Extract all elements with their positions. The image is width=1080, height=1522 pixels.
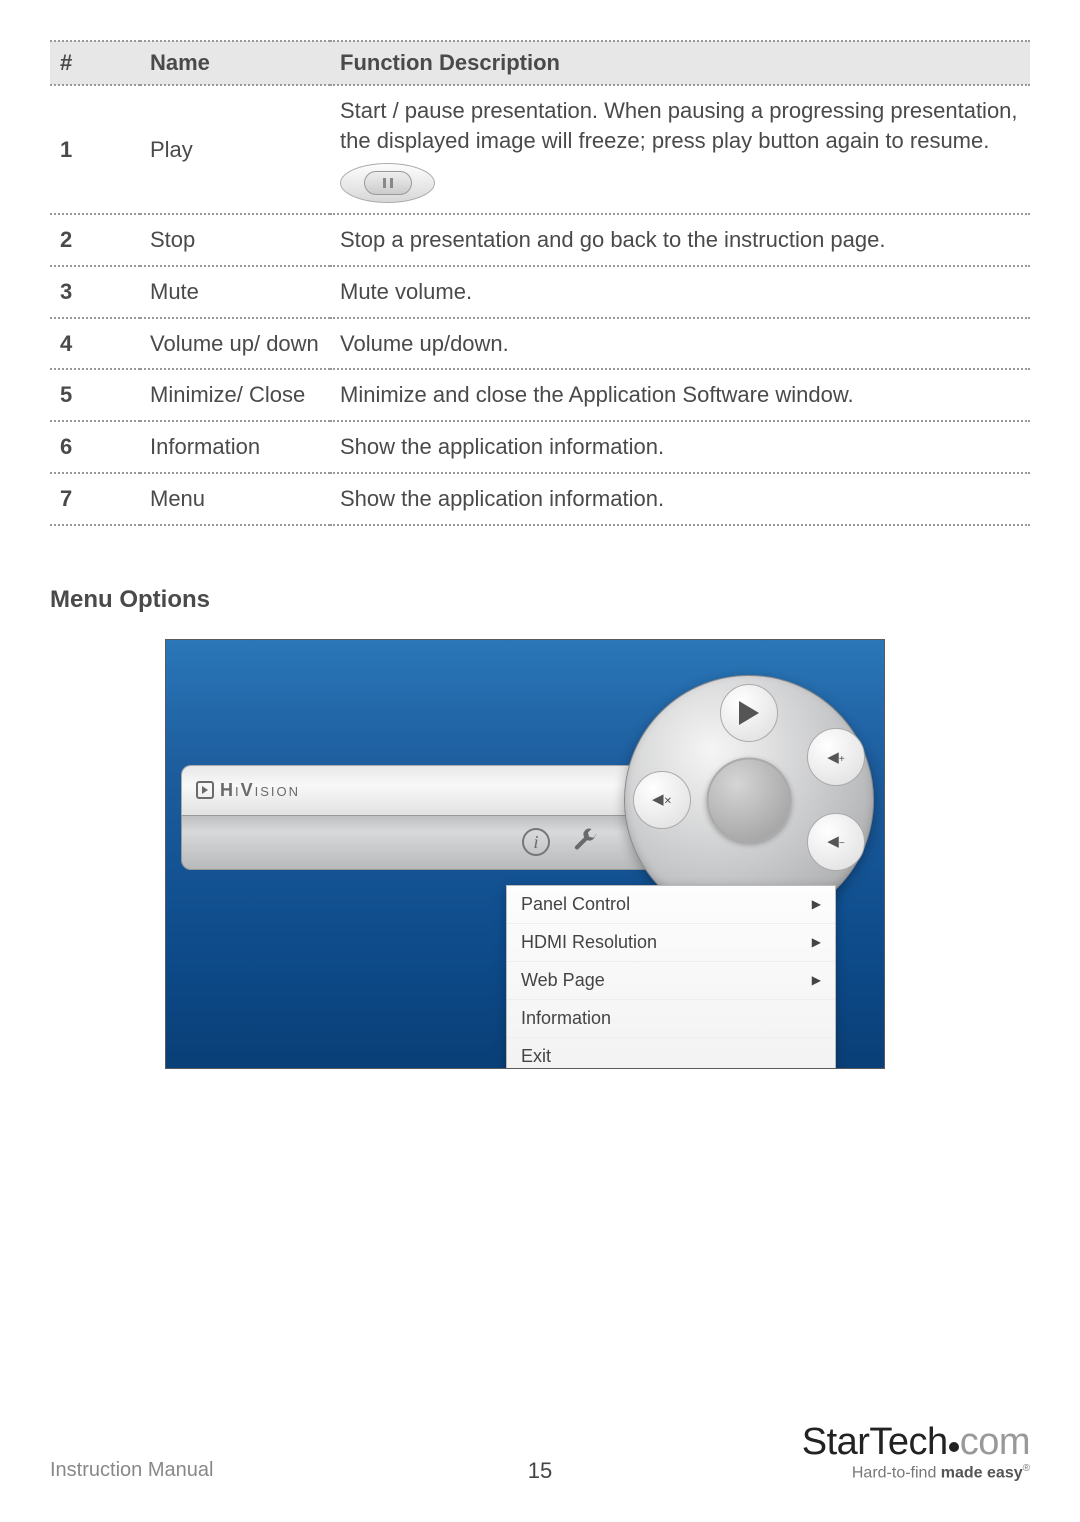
play-button[interactable] — [720, 684, 778, 742]
menu-item-label: Information — [521, 1008, 611, 1029]
table-row: 3MuteMute volume. — [50, 266, 1030, 318]
row-num: 3 — [50, 266, 140, 318]
header-desc: Function Description — [330, 41, 1030, 85]
logo-ision: ISION — [255, 784, 300, 799]
wheel-center-button[interactable] — [707, 757, 792, 842]
brand-name: StarTech — [802, 1421, 948, 1463]
table-row: 1PlayStart / pause presentation. When pa… — [50, 85, 1030, 214]
row-name: Menu — [140, 473, 330, 525]
hivision-logo: HIVISION — [196, 780, 300, 801]
row-desc: Minimize and close the Application Softw… — [330, 369, 1030, 421]
pause-icon — [364, 171, 412, 195]
submenu-arrow-icon: ▶ — [812, 897, 821, 911]
page-footer: Instruction Manual 15 StarTech com Hard-t… — [50, 1423, 1030, 1482]
brand-suffix: com — [960, 1421, 1030, 1463]
mute-icon: ◀︎✕ — [652, 792, 672, 807]
volume-up-button[interactable]: ◀︎+ — [807, 728, 865, 786]
play-icon — [739, 701, 759, 725]
tagline-plain: Hard-to-find — [852, 1464, 941, 1481]
table-row: 6InformationShow the application informa… — [50, 421, 1030, 473]
table-row: 4Volume up/ downVolume up/down. — [50, 318, 1030, 370]
brand-block: StarTech com Hard-to-find made easy® — [802, 1423, 1030, 1482]
row-desc: Show the application information. — [330, 421, 1030, 473]
table-row: 5Minimize/ CloseMinimize and close the A… — [50, 369, 1030, 421]
menu-item[interactable]: HDMI Resolution ▶ — [507, 924, 835, 962]
menu-item-label: Panel Control — [521, 894, 630, 915]
row-num: 1 — [50, 85, 140, 214]
row-name: Volume up/ down — [140, 318, 330, 370]
row-name: Minimize/ Close — [140, 369, 330, 421]
menu-item[interactable]: Information — [507, 1000, 835, 1038]
row-desc: Stop a presentation and go back to the i… — [330, 214, 1030, 266]
info-icon[interactable]: i — [522, 828, 550, 856]
wrench-svg — [571, 828, 599, 856]
pause-button-graphic — [340, 163, 435, 203]
menu-item[interactable]: Exit — [507, 1038, 835, 1069]
menu-item[interactable]: Panel Control ▶ — [507, 886, 835, 924]
table-body: 1PlayStart / pause presentation. When pa… — [50, 85, 1030, 525]
volume-down-button[interactable]: ◀︎− — [807, 813, 865, 871]
menu-item[interactable]: Web Page ▶ — [507, 962, 835, 1000]
row-desc: Start / pause presentation. When pausing… — [330, 85, 1030, 214]
row-name: Information — [140, 421, 330, 473]
function-table: # Name Function Description 1PlayStart /… — [50, 40, 1030, 526]
row-name: Mute — [140, 266, 330, 318]
table-row: 7MenuShow the application information. — [50, 473, 1030, 525]
wrench-icon[interactable] — [570, 827, 600, 857]
row-name: Play — [140, 85, 330, 214]
registered-mark: ® — [1023, 1463, 1030, 1474]
row-desc: Show the application information. — [330, 473, 1030, 525]
logo-text: HIVISION — [220, 780, 300, 801]
menu-options-screenshot: HIVISION — ✕ i — [165, 639, 885, 1069]
brand-tagline: Hard-to-find made easy® — [802, 1463, 1030, 1482]
row-name: Stop — [140, 214, 330, 266]
section-heading: Menu Options — [50, 586, 1030, 614]
menu-item-label: Web Page — [521, 970, 605, 991]
row-desc: Volume up/down. — [330, 318, 1030, 370]
header-name: Name — [140, 41, 330, 85]
page-content: # Name Function Description 1PlayStart /… — [0, 0, 1080, 1069]
tagline-bold: made easy — [941, 1464, 1023, 1481]
menu-item-label: Exit — [521, 1046, 551, 1067]
submenu-arrow-icon: ▶ — [812, 935, 821, 949]
table-header-row: # Name Function Description — [50, 41, 1030, 85]
context-menu: Panel Control ▶ HDMI Resolution ▶ Web Page ▶ I… — [506, 885, 836, 1069]
volume-down-icon: ◀︎− — [827, 834, 844, 849]
row-num: 2 — [50, 214, 140, 266]
hivision-logo-icon — [196, 781, 214, 799]
brand-dot-icon — [949, 1442, 959, 1452]
table-row: 2StopStop a presentation and go back to … — [50, 214, 1030, 266]
row-num: 4 — [50, 318, 140, 370]
brand-logo: StarTech com — [802, 1423, 1030, 1461]
menu-item-label: HDMI Resolution — [521, 932, 657, 953]
logo-h: H — [220, 780, 235, 800]
footer-left-text: Instruction Manual — [50, 1459, 213, 1482]
mute-button[interactable]: ◀︎✕ — [633, 771, 691, 829]
page-number: 15 — [528, 1458, 552, 1484]
row-desc: Mute volume. — [330, 266, 1030, 318]
row-num: 7 — [50, 473, 140, 525]
row-num: 6 — [50, 421, 140, 473]
logo-v: V — [241, 780, 255, 800]
volume-up-icon: ◀︎+ — [827, 750, 844, 765]
header-num: # — [50, 41, 140, 85]
submenu-arrow-icon: ▶ — [812, 973, 821, 987]
row-num: 5 — [50, 369, 140, 421]
